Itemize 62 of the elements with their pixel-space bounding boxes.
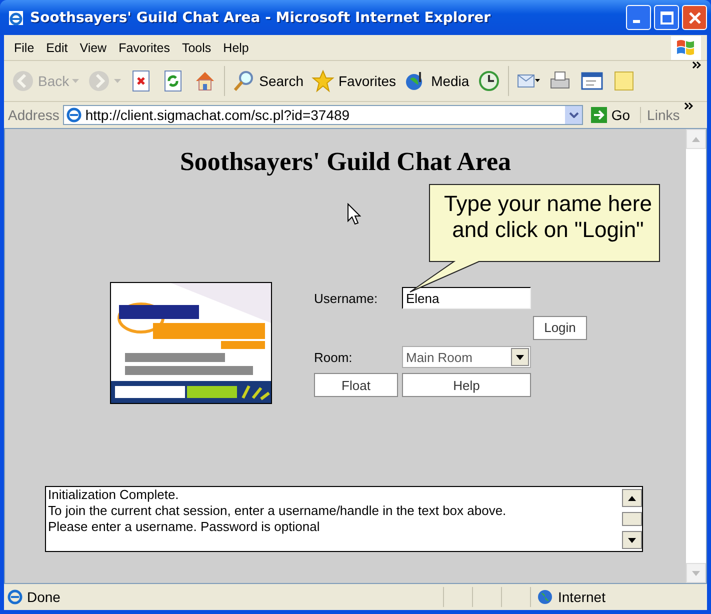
- more-chevron-icon[interactable]: [684, 102, 693, 110]
- status-text: Done: [4, 589, 443, 605]
- log-line: To join the current chat session, enter a username/handle in the text box above.: [48, 503, 508, 519]
- address-label: Address: [8, 107, 60, 123]
- scroll-down-button[interactable]: [622, 531, 642, 549]
- room-label: Room:: [314, 350, 354, 364]
- address-field[interactable]: http://client.sigmachat.com/sc.pl?id=37489: [63, 105, 584, 125]
- menu-item[interactable]: View: [74, 40, 113, 54]
- minimize-icon: [633, 20, 640, 23]
- username-label: Username:: [314, 290, 379, 306]
- favorites-icon: [311, 69, 336, 93]
- page-scrollbar[interactable]: [686, 129, 706, 583]
- menu-item[interactable]: Help: [217, 40, 255, 54]
- dropdown-arrow-icon: [114, 79, 122, 83]
- maximize-icon: [660, 10, 674, 24]
- notes-icon: [612, 69, 636, 93]
- chevron-down-icon: [568, 112, 579, 118]
- back-icon: [11, 69, 35, 93]
- maximize-button[interactable]: [654, 5, 679, 30]
- history-icon: [477, 69, 502, 93]
- page-heading: Soothsayers' Guild Chat Area: [178, 147, 512, 177]
- login-button[interactable]: Login: [533, 316, 587, 340]
- close-button[interactable]: [682, 5, 707, 30]
- help-button[interactable]: Help: [402, 373, 531, 397]
- menu-item[interactable]: File: [8, 40, 40, 54]
- windows-flag-icon: [671, 36, 701, 60]
- username-field[interactable]: Elena: [402, 287, 531, 309]
- media-button[interactable]: Media: [401, 67, 472, 95]
- go-button[interactable]: Go: [587, 107, 636, 123]
- scroll-up-button[interactable]: [622, 489, 642, 507]
- favorites-button[interactable]: Favorites: [308, 67, 400, 95]
- log-line: Please enter a username. Password is optional: [48, 519, 321, 535]
- browser-icon: [7, 589, 23, 605]
- menu-item[interactable]: Tools: [176, 40, 218, 54]
- browser-icon: [8, 10, 24, 26]
- go-arrow-icon: [591, 107, 608, 123]
- search-button[interactable]: Search: [229, 67, 306, 95]
- room-dropdown[interactable]: Main Room: [402, 346, 531, 368]
- close-icon: [688, 10, 702, 24]
- menu-item[interactable]: Favorites: [112, 40, 176, 54]
- up-arrow-icon: [692, 136, 700, 142]
- mouse-pointer-icon: [347, 203, 361, 225]
- up-arrow-icon: [628, 496, 636, 500]
- dropdown-arrow-icon: [72, 79, 80, 83]
- down-arrow-icon: [628, 538, 636, 542]
- minimize-button[interactable]: [626, 5, 651, 30]
- window-title: Soothsayers' Guild Chat Area - Microsoft Internet Explorer: [30, 10, 492, 26]
- page-icon: [66, 107, 82, 123]
- scrollbar-thumb[interactable]: [622, 512, 642, 526]
- links-button[interactable]: Links: [640, 107, 680, 123]
- menu-item[interactable]: Edit: [40, 40, 74, 54]
- security-zone: Internet: [530, 587, 707, 607]
- globe-icon: [537, 589, 553, 605]
- callout-text: Type your name here and click on "Login": [443, 191, 653, 243]
- forward-icon: [87, 69, 112, 93]
- dropdown-button[interactable]: [565, 106, 582, 124]
- more-chevron-icon[interactable]: [692, 61, 701, 69]
- chat-log[interactable]: Initialization Complete. To join the current chat session, enter a username/handle in the text box above. Please enter a username. Password is optional: [45, 486, 643, 552]
- float-button[interactable]: Float: [314, 373, 398, 397]
- log-line: Initialization Complete.: [48, 487, 180, 503]
- dropdown-arrow-icon: [516, 354, 524, 360]
- down-arrow-icon: [692, 570, 700, 576]
